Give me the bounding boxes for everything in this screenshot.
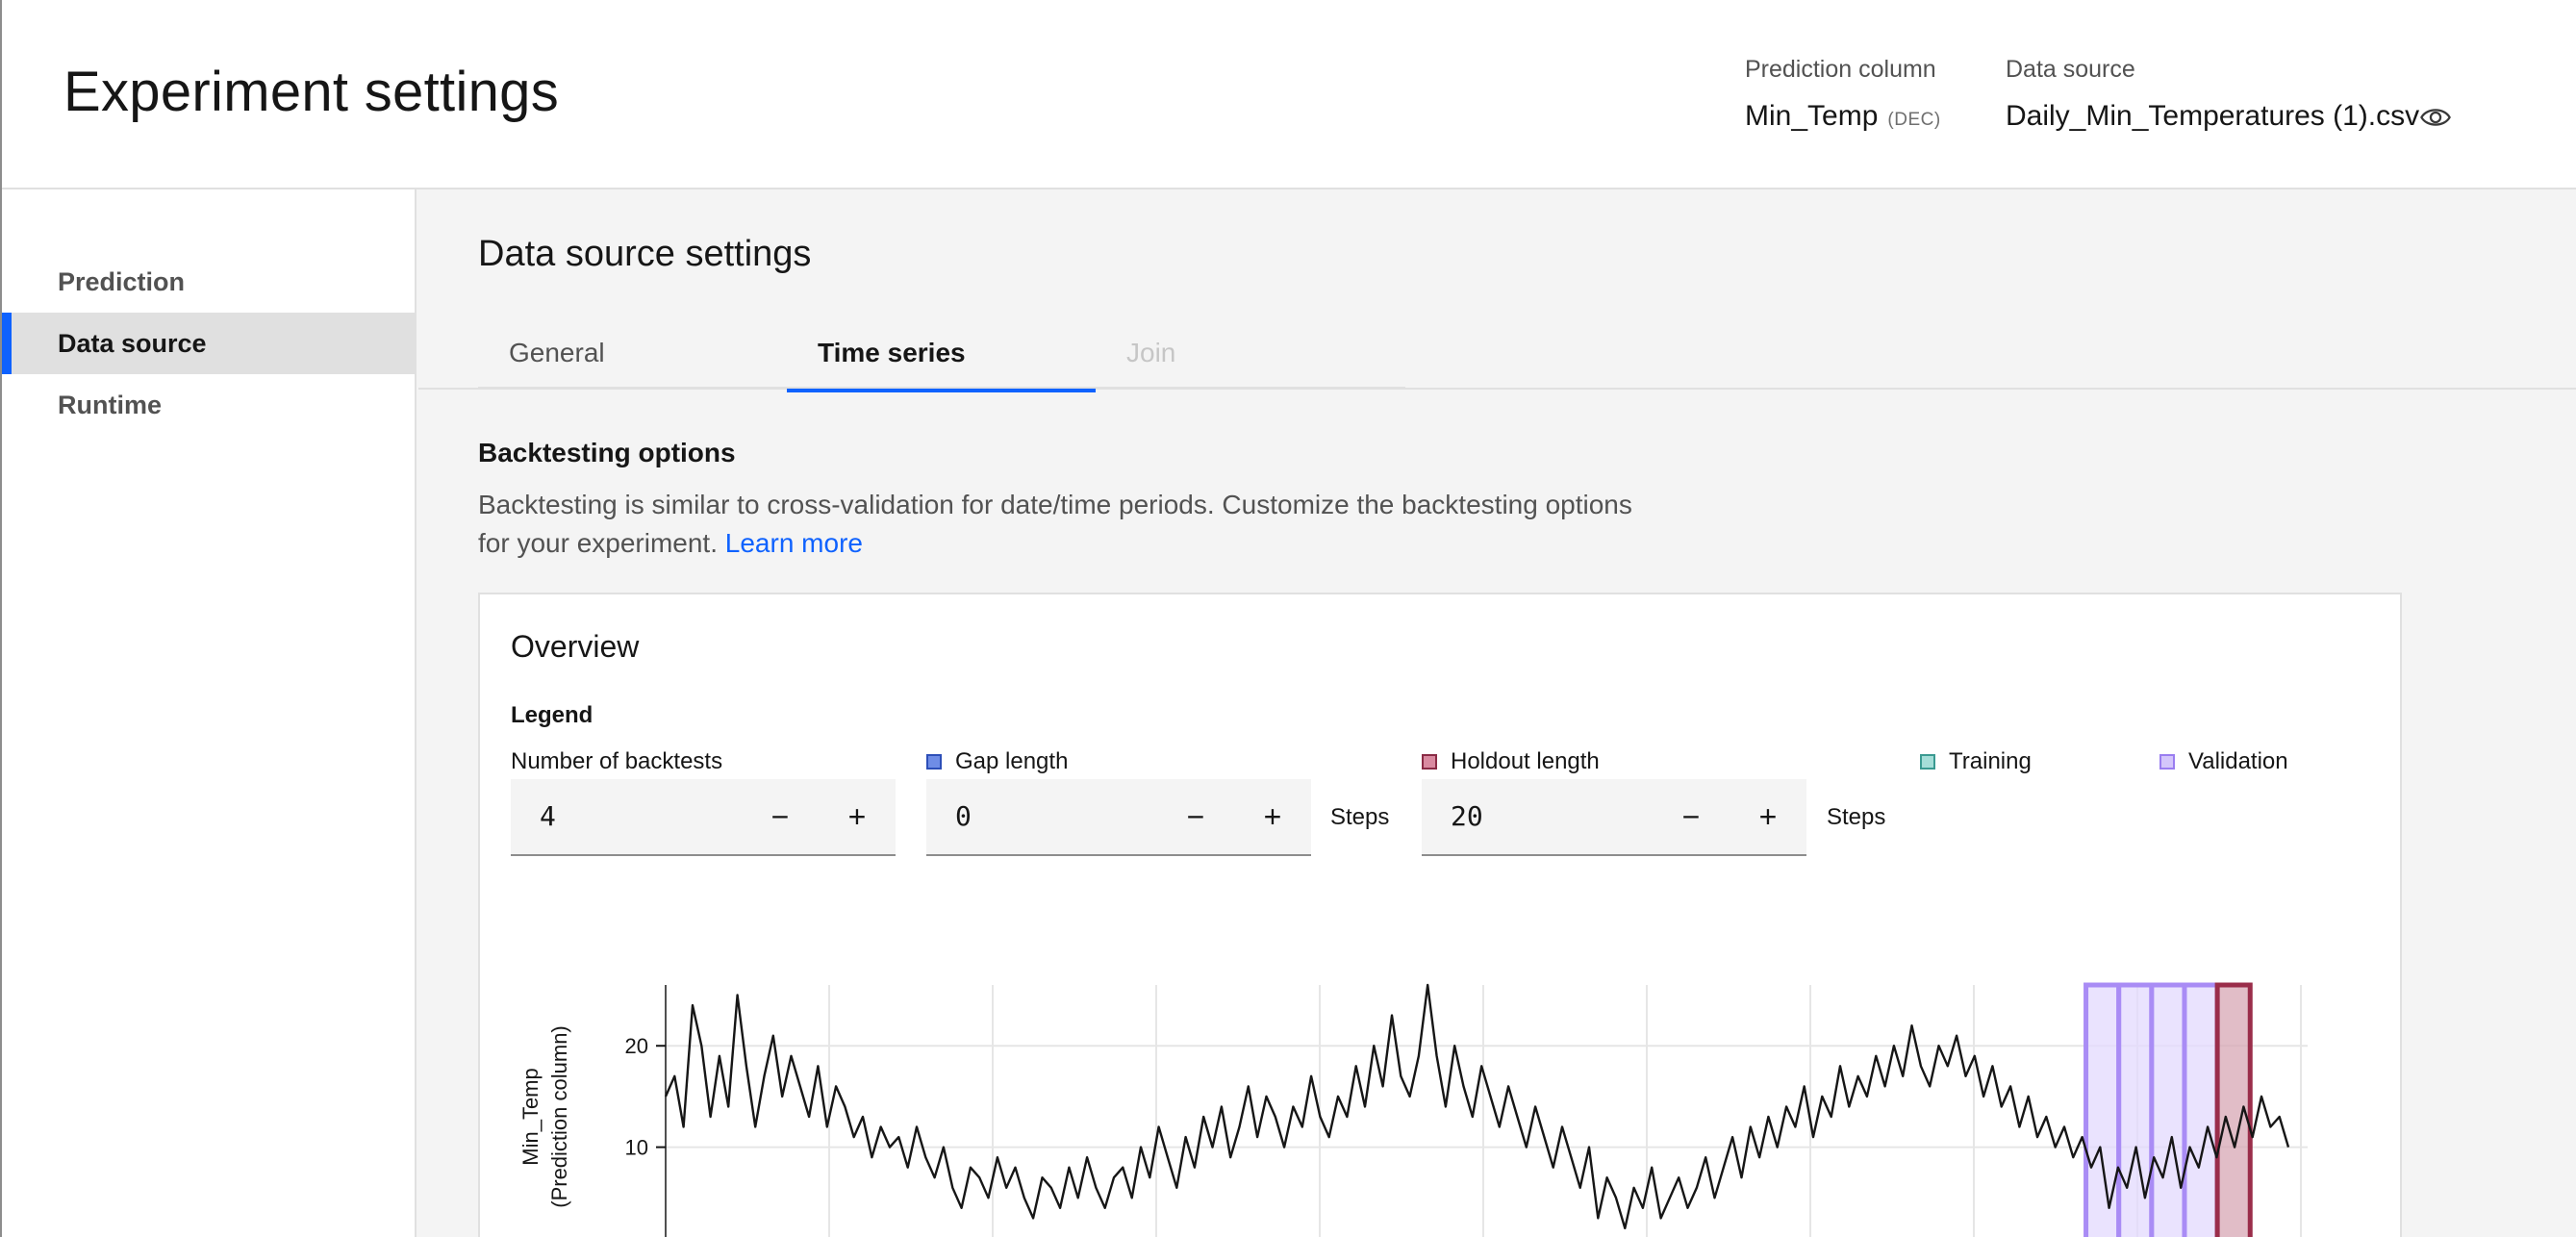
- y-axis-label-line1: Min_Temp: [518, 1068, 543, 1165]
- validation-region: [2116, 982, 2155, 1237]
- data-source-value: Daily_Min_Temperatures (1).csv: [2006, 100, 2420, 132]
- gap-length-swatch: [926, 754, 942, 770]
- sidebar-item-data-source[interactable]: Data source: [2, 313, 415, 374]
- holdout-length-unit: Steps: [1827, 804, 1886, 830]
- backtests-stepper: 4 − +: [511, 779, 896, 856]
- y-tick-label: 20: [625, 1034, 648, 1058]
- gap-length-stepper: 0 − +: [926, 779, 1311, 856]
- gap-length-label-text: Gap length: [955, 748, 1069, 774]
- holdout-length-label: Holdout length: [1422, 748, 1600, 775]
- holdout-length-input[interactable]: 20: [1451, 800, 1483, 832]
- holdout-length-swatch: [1422, 754, 1437, 770]
- y-tick-label: 10: [625, 1136, 648, 1160]
- y-axis-label-line2: (Prediction column): [547, 1025, 571, 1208]
- validation-label-text: Validation: [2188, 748, 2288, 774]
- validation-region: [2084, 982, 2122, 1237]
- gap-length-input[interactable]: 0: [955, 800, 972, 832]
- validation-region: [2149, 982, 2187, 1237]
- tab-time-series[interactable]: Time series: [787, 326, 1096, 392]
- sidebar-item-runtime[interactable]: Runtime: [2, 374, 415, 436]
- prediction-column-value: Min_Temp (DEC): [1745, 100, 1941, 133]
- holdout-length-stepper: 20 − +: [1422, 779, 1806, 856]
- holdout-length-decrement-button[interactable]: −: [1653, 779, 1730, 854]
- settings-sidebar: Prediction Data source Runtime: [2, 189, 417, 1237]
- main-content: Data source settings General Time series…: [418, 191, 2576, 1237]
- eye-icon[interactable]: [2418, 100, 2453, 135]
- data-source-label: Data source: [2006, 56, 2135, 83]
- gap-length-increment-button[interactable]: +: [1234, 779, 1311, 854]
- holdout-length-increment-button[interactable]: +: [1730, 779, 1806, 854]
- sidebar-item-prediction[interactable]: Prediction: [2, 251, 415, 313]
- gap-length-unit: Steps: [1330, 804, 1390, 830]
- backtesting-description: Backtesting is similar to cross-validati…: [478, 486, 1671, 563]
- backtests-label: Number of backtests: [511, 748, 722, 775]
- overview-title: Overview: [511, 629, 640, 664]
- section-title: Data source settings: [478, 234, 812, 274]
- prediction-column-label: Prediction column: [1745, 56, 1936, 83]
- series-line: [664, 983, 2290, 1230]
- tab-list: General Time series Join: [478, 326, 1405, 392]
- backtesting-title: Backtesting options: [478, 438, 736, 467]
- training-legend: Training: [1920, 748, 2032, 775]
- validation-region: [2182, 982, 2220, 1237]
- tab-general[interactable]: General: [478, 326, 787, 390]
- overview-card: Overview Legend Number of backtests 4 − …: [478, 593, 2402, 1237]
- gap-length-label: Gap length: [926, 748, 1068, 775]
- tab-join: Join: [1126, 338, 1176, 367]
- prediction-column-type: (DEC): [1887, 110, 1941, 130]
- backtests-decrement-button[interactable]: −: [742, 779, 819, 854]
- learn-more-link[interactable]: Learn more: [725, 528, 863, 558]
- legend-title: Legend: [511, 702, 593, 728]
- training-label-text: Training: [1949, 748, 2032, 774]
- prediction-column-name: Min_Temp: [1745, 100, 1879, 132]
- time-series-chart: 01020Min_Temp(Prediction column): [518, 982, 2308, 1237]
- backtesting-description-text: Backtesting is similar to cross-validati…: [478, 490, 1632, 558]
- backtests-label-text: Number of backtests: [511, 748, 723, 774]
- backtest-chart: 01020Min_Temp(Prediction column): [480, 950, 2404, 1237]
- validation-legend: Validation: [2159, 748, 2288, 775]
- page-header: Experiment settings Prediction column Mi…: [2, 0, 2576, 189]
- backtests-increment-button[interactable]: +: [819, 779, 896, 854]
- backtests-input[interactable]: 4: [540, 800, 556, 832]
- gap-length-decrement-button[interactable]: −: [1157, 779, 1234, 854]
- holdout-length-label-text: Holdout length: [1451, 748, 1600, 774]
- page-title: Experiment settings: [63, 61, 560, 123]
- training-swatch: [1920, 754, 1935, 770]
- validation-swatch: [2159, 754, 2175, 770]
